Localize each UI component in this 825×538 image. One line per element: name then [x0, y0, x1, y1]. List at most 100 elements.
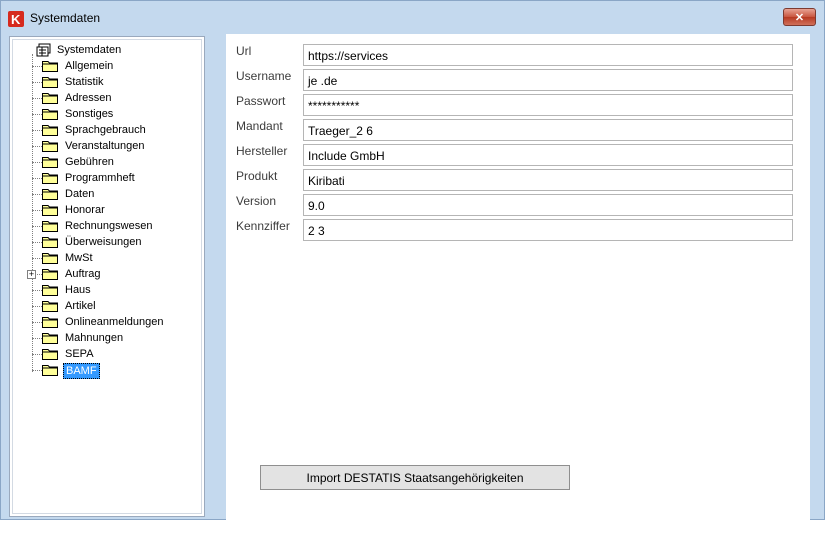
- tree-item-label: Programmheft: [65, 172, 135, 184]
- tree-item[interactable]: Sonstiges: [13, 106, 203, 122]
- tree-item[interactable]: Sprachgebrauch: [13, 122, 203, 138]
- tree-item[interactable]: Adressen: [13, 90, 203, 106]
- tree-connector: [32, 194, 42, 195]
- folder-icon: [42, 300, 58, 312]
- tree-connector: [32, 290, 42, 291]
- tree-item-label: Daten: [65, 188, 95, 200]
- field-value-input[interactable]: Include GmbH: [303, 144, 793, 166]
- tree-item[interactable]: SEPA: [13, 346, 203, 362]
- tree-item-label: Onlineanmeldungen: [65, 316, 164, 328]
- tree-item[interactable]: Veranstaltungen: [13, 138, 203, 154]
- tree-item[interactable]: BAMF: [13, 362, 203, 379]
- tree-item[interactable]: MwSt: [13, 250, 203, 266]
- close-icon: ✕: [794, 11, 805, 24]
- folder-icon: [42, 60, 58, 72]
- tree-item-label: Mahnungen: [65, 332, 124, 344]
- tree-item[interactable]: Onlineanmeldungen: [13, 314, 203, 330]
- tree-item-label: Veranstaltungen: [65, 140, 145, 152]
- folder-icon: [42, 204, 58, 216]
- tree-item-label: Haus: [65, 284, 91, 296]
- tree-item-label: Allgemein: [65, 60, 114, 72]
- folder-icon: [42, 124, 58, 136]
- tree-connector: [32, 258, 42, 259]
- field-value-input[interactable]: https://services: [303, 44, 793, 66]
- field-label: Passwort: [236, 94, 286, 108]
- tree-connector: [32, 338, 42, 339]
- tree-item[interactable]: Programmheft: [13, 170, 203, 186]
- navigation-tree[interactable]: Systemdaten Allgemein Statistik Adressen So…: [9, 36, 205, 517]
- tree-connector: [32, 98, 42, 99]
- tree-item-label: Sonstiges: [65, 108, 114, 120]
- tree-item-label: Adressen: [65, 92, 112, 104]
- tree-item[interactable]: + Auftrag: [13, 266, 203, 282]
- field-label: Produkt: [236, 169, 278, 183]
- tree-item[interactable]: Rechnungswesen: [13, 218, 203, 234]
- tree-item-label: BAMF: [63, 363, 100, 379]
- tree-root-systemdaten[interactable]: Systemdaten: [13, 42, 203, 58]
- tree-item-label: Statistik: [65, 76, 104, 88]
- tree-item[interactable]: Statistik: [13, 74, 203, 90]
- tree-item-label: Überweisungen: [65, 236, 142, 248]
- tree-item[interactable]: Gebühren: [13, 154, 203, 170]
- tree-connector: [32, 210, 42, 211]
- field-value-input[interactable]: 2 3: [303, 219, 793, 241]
- tree-connector: [32, 242, 42, 243]
- field-label: Hersteller: [236, 144, 288, 158]
- tree-connector: [32, 306, 42, 307]
- tree-connector: [32, 226, 42, 227]
- import-destatis-button[interactable]: Import DESTATIS Staatsangehörigkeiten: [260, 465, 570, 490]
- folder-icon: [42, 252, 58, 264]
- folder-icon: [42, 172, 58, 184]
- folder-icon: [42, 332, 58, 344]
- folder-icon: [42, 108, 58, 120]
- folder-icon: [42, 364, 58, 376]
- folder-icon: [42, 156, 58, 168]
- tree-item[interactable]: Honorar: [13, 202, 203, 218]
- field-label: Mandant: [236, 119, 283, 133]
- tree-item[interactable]: Mahnungen: [13, 330, 203, 346]
- tree-item[interactable]: Überweisungen: [13, 234, 203, 250]
- tree-item-label: Sprachgebrauch: [65, 124, 146, 136]
- field-label: Kennziffer: [236, 219, 290, 233]
- folder-icon: [42, 76, 58, 88]
- tree-item-label: Honorar: [65, 204, 105, 216]
- tree-item[interactable]: Allgemein: [13, 58, 203, 74]
- tree-item[interactable]: Daten: [13, 186, 203, 202]
- tree-item-label: Gebühren: [65, 156, 114, 168]
- tree-connector: [32, 114, 42, 115]
- tree-item[interactable]: Artikel: [13, 298, 203, 314]
- folder-icon: [42, 268, 58, 280]
- tree-item-label: Auftrag: [65, 268, 101, 280]
- expand-icon[interactable]: +: [27, 270, 36, 279]
- close-button[interactable]: ✕: [783, 8, 816, 26]
- svg-text:K: K: [11, 12, 21, 27]
- folder-icon: [42, 188, 58, 200]
- tree-connector: [32, 146, 42, 147]
- tree-connector: [32, 130, 42, 131]
- folder-icon: [42, 140, 58, 152]
- tree-item-label: SEPA: [65, 348, 94, 360]
- field-value-input[interactable]: Traeger_2 6: [303, 119, 793, 141]
- main-form-panel: Url https://services Username je .de Passwor…: [226, 34, 810, 521]
- tree-connector: [32, 162, 42, 163]
- field-value-input[interactable]: ***********: [303, 94, 793, 116]
- systemdaten-window: K Systemdaten ✕ Systemdaten Allgemein Sta…: [0, 0, 825, 521]
- tree-connector: [32, 178, 42, 179]
- field-label: Username: [236, 69, 292, 83]
- tree-item[interactable]: Haus: [13, 282, 203, 298]
- tree-item-label: Artikel: [65, 300, 96, 312]
- systemdaten-root-icon: [36, 43, 51, 57]
- app-logo-icon: K: [8, 11, 24, 27]
- field-value-input[interactable]: 9.0: [303, 194, 793, 216]
- tree-connector: [32, 322, 42, 323]
- tree-connector: [32, 370, 42, 371]
- tree-connector: [32, 66, 42, 67]
- field-value-input[interactable]: je .de: [303, 69, 793, 91]
- folder-icon: [42, 284, 58, 296]
- field-value-input[interactable]: Kiribati: [303, 169, 793, 191]
- tree-item-label: MwSt: [65, 252, 93, 264]
- folder-icon: [42, 236, 58, 248]
- window-title: Systemdaten: [30, 11, 101, 25]
- title-bar[interactable]: K Systemdaten ✕: [1, 1, 824, 34]
- folder-icon: [42, 316, 58, 328]
